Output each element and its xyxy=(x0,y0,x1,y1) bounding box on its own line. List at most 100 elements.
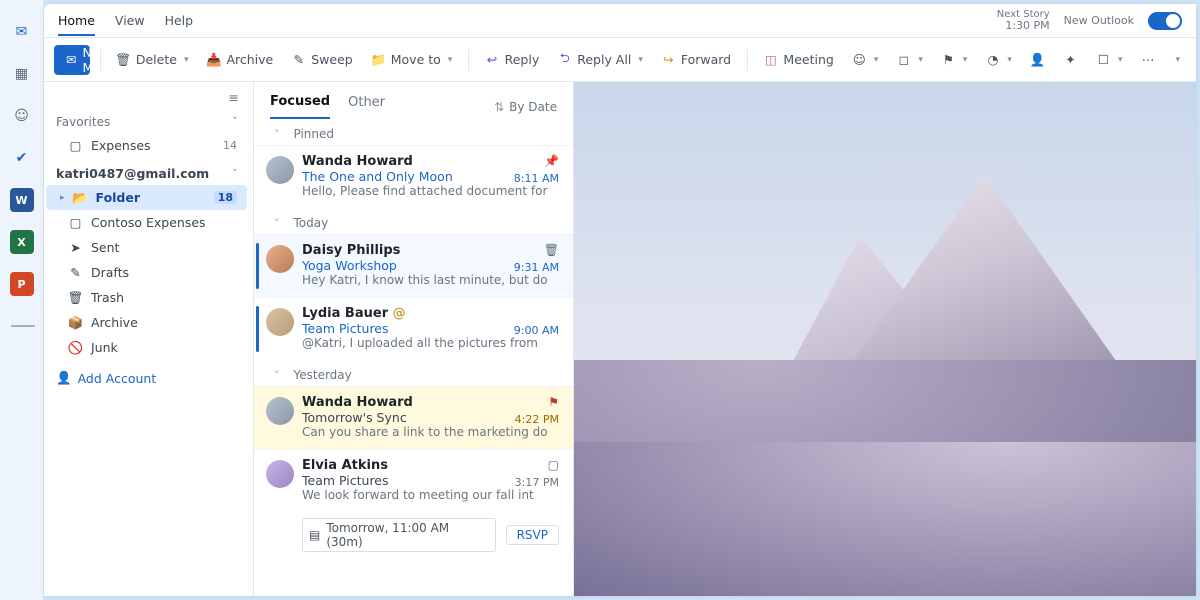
person-add-icon: 👤 xyxy=(56,370,72,386)
rail-powerpoint-icon[interactable]: P xyxy=(10,272,34,296)
group-pinned[interactable]: Pinned xyxy=(254,119,573,145)
trash-icon: 🗑 xyxy=(116,52,131,67)
rail-people-icon[interactable]: ☺ xyxy=(10,104,34,128)
tag-icon: ◻ xyxy=(896,52,911,67)
meeting-icon: ◫ xyxy=(763,52,778,67)
calendar-icon: ▢ xyxy=(548,458,559,472)
rail-calendar-icon[interactable]: ▦ xyxy=(10,62,34,86)
tab-view[interactable]: View xyxy=(115,13,145,28)
message-time: 8:11 AM xyxy=(514,172,559,185)
account-header[interactable]: katri0487@gmail.com˅ xyxy=(46,158,247,185)
forward-icon: ↪ xyxy=(661,52,676,67)
new-mail-button[interactable]: ✉New Mail ▾ xyxy=(54,45,90,75)
favorites-header[interactable]: Favorites˅ xyxy=(46,111,247,133)
avatar xyxy=(266,308,294,336)
folder-pane: ≡ Favorites˅ ▢ Expenses 14 katri0487@gma… xyxy=(44,82,254,596)
forward-button[interactable]: ↪Forward xyxy=(655,48,737,71)
folder-icon: ▢ xyxy=(68,215,83,230)
message-from: Elvia Atkins xyxy=(302,458,559,473)
rail-word-icon[interactable]: W xyxy=(10,188,34,212)
rsvp-button[interactable]: RSVP xyxy=(506,525,559,545)
ribbon-extra-1[interactable]: ☺▾ xyxy=(846,48,885,71)
ribbon-extra-7[interactable]: ☐▾ xyxy=(1090,48,1129,71)
new-outlook-toggle[interactable] xyxy=(1148,12,1182,30)
more-icon: ⋯ xyxy=(1140,52,1155,67)
folder-icon: ▢ xyxy=(68,138,83,153)
folder-sent[interactable]: ➤Sent xyxy=(46,235,247,260)
person-icon: 👤 xyxy=(1030,52,1045,67)
flag-icon: ⚑ xyxy=(941,52,956,67)
folder-contoso-expenses[interactable]: ▢Contoso Expenses xyxy=(46,210,247,235)
mention-icon: @ xyxy=(393,306,406,321)
move-to-button[interactable]: 📁Move to▾ xyxy=(365,48,459,71)
read-icon: ☺ xyxy=(852,52,867,67)
print-icon: ☐ xyxy=(1096,52,1111,67)
ribbon-extra-3[interactable]: ⚑▾ xyxy=(935,48,974,71)
pin-icon: ✦ xyxy=(1063,52,1078,67)
rail-todo-icon[interactable]: ✔ xyxy=(10,146,34,170)
meeting-button[interactable]: ◫Meeting xyxy=(757,48,839,71)
message-preview: Hey Katri, I know this last minute, but … xyxy=(302,273,559,287)
ribbon-extra-5[interactable]: 👤 xyxy=(1024,48,1051,71)
tab-focused[interactable]: Focused xyxy=(270,94,330,119)
title-tabs: Home View Help Next Story 1:30 PM New Ou… xyxy=(44,4,1196,38)
tab-help[interactable]: Help xyxy=(165,13,194,28)
archive-icon: 📥 xyxy=(206,52,221,67)
reading-pane xyxy=(574,82,1196,596)
folder-trash[interactable]: 🗑Trash xyxy=(46,285,247,310)
rail-excel-icon[interactable]: X xyxy=(10,230,34,254)
folder-expenses[interactable]: ▢ Expenses 14 xyxy=(46,133,247,158)
add-account-button[interactable]: 👤Add Account xyxy=(46,360,247,390)
ribbon-overflow[interactable]: ⋯ xyxy=(1134,48,1161,71)
folder-archive[interactable]: 📦Archive xyxy=(46,310,247,335)
message-from: Wanda Howard xyxy=(302,154,559,169)
folder-junk[interactable]: 🚫Junk xyxy=(46,335,247,360)
message-item[interactable]: Lydia Bauer @ Team Pictures 9:00 AM @Kat… xyxy=(254,297,573,360)
reply-icon: ↩ xyxy=(485,52,500,67)
message-from: Daisy Phillips xyxy=(302,243,559,258)
ribbon-collapse[interactable]: ▾ xyxy=(1167,51,1186,69)
ribbon-extra-6[interactable]: ✦ xyxy=(1057,48,1084,71)
ribbon: ✉New Mail ▾ 🗑Delete▾ 📥Archive ✎Sweep 📁Mo… xyxy=(44,38,1196,82)
message-time: 9:31 AM xyxy=(514,261,559,274)
message-item[interactable]: ▢ Elvia Atkins Team Pictures 3:17 PM We … xyxy=(254,449,573,512)
avatar xyxy=(266,397,294,425)
avatar xyxy=(266,156,294,184)
sweep-button[interactable]: ✎Sweep xyxy=(285,48,358,71)
delete-hover-icon[interactable]: 🗑 xyxy=(544,243,559,257)
trash-icon: 🗑 xyxy=(68,290,83,305)
message-time: 4:22 PM xyxy=(515,413,559,426)
tab-home[interactable]: Home xyxy=(58,13,95,36)
background-image xyxy=(574,82,1196,596)
delete-button[interactable]: 🗑Delete▾ xyxy=(110,48,195,71)
message-item[interactable]: 📌 Wanda Howard The One and Only Moon 8:1… xyxy=(254,145,573,208)
message-item[interactable]: ⚑ Wanda Howard Tomorrow's Sync 4:22 PM C… xyxy=(254,386,573,449)
folder-drafts[interactable]: ✎Drafts xyxy=(46,260,247,285)
message-time: 3:17 PM xyxy=(515,476,559,489)
tab-other[interactable]: Other xyxy=(348,95,385,118)
status-time: Next Story 1:30 PM xyxy=(997,9,1050,32)
folder-folder[interactable]: ▸ 📂 Folder 18 xyxy=(46,185,247,210)
reply-button[interactable]: ↩Reply xyxy=(479,48,546,71)
hamburger-icon[interactable]: ≡ xyxy=(229,90,239,105)
group-today[interactable]: Today xyxy=(254,208,573,234)
message-preview: @Katri, I uploaded all the pictures from xyxy=(302,336,559,350)
flag-icon[interactable]: ⚑ xyxy=(548,395,559,409)
rail-more-icon[interactable]: —— xyxy=(10,314,34,338)
ribbon-extra-2[interactable]: ◻▾ xyxy=(890,48,929,71)
message-preview: Hello, Please find attached document for xyxy=(302,184,559,198)
pin-icon[interactable]: 📌 xyxy=(544,154,559,168)
message-preview: We look forward to meeting our fall int xyxy=(302,488,559,502)
message-item[interactable]: 🗑 Daisy Phillips Yoga Workshop 9:31 AM H… xyxy=(254,234,573,297)
ribbon-extra-4[interactable]: ◔▾ xyxy=(979,48,1018,71)
sweep-icon: ✎ xyxy=(291,52,306,67)
reply-all-button[interactable]: ⮌Reply All▾ xyxy=(551,48,649,71)
sort-button[interactable]: ⇅By Date xyxy=(494,100,557,114)
schedule-icon: ◔ xyxy=(985,52,1000,67)
drafts-icon: ✎ xyxy=(68,265,83,280)
rail-mail-icon[interactable]: ✉ xyxy=(10,20,34,44)
mail-icon: ✉ xyxy=(66,52,76,67)
group-yesterday[interactable]: Yesterday xyxy=(254,360,573,386)
archive-icon: 📦 xyxy=(68,315,83,330)
archive-button[interactable]: 📥Archive xyxy=(200,48,279,71)
